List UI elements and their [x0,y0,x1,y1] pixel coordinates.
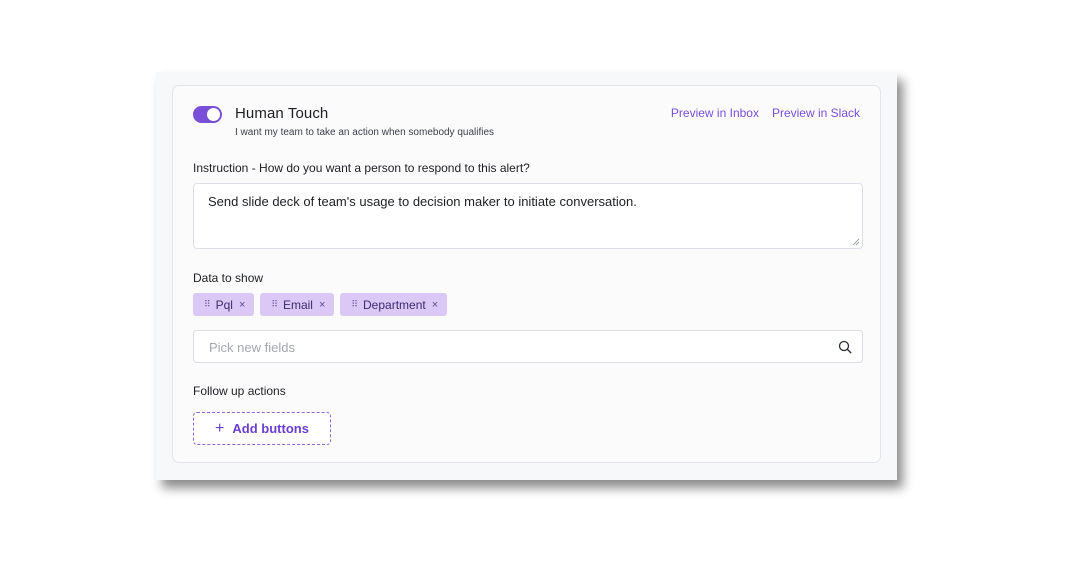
drag-grip-icon[interactable]: ⠿ [204,299,211,310]
resize-handle-icon[interactable] [852,238,860,246]
preview-slack-link[interactable]: Preview in Slack [772,106,860,120]
close-icon[interactable]: × [239,299,245,311]
chip-pql[interactable]: ⠿ Pql × [193,293,255,316]
human-touch-card: Human Touch I want my team to take an ac… [172,85,881,463]
toggle-knob [207,108,220,121]
instruction-label: Instruction - How do you want a person t… [193,161,530,175]
preview-links: Preview in Inbox Preview in Slack [671,106,860,120]
instruction-textarea[interactable]: Send slide deck of team's usage to decis… [193,183,863,249]
chip-label: Email [282,297,313,312]
search-icon[interactable] [838,340,852,354]
card-subtitle: I want my team to take an action when so… [235,127,495,138]
plus-icon: + [215,419,225,437]
preview-inbox-link[interactable]: Preview in Inbox [671,106,759,120]
pick-fields-search [193,330,863,364]
close-icon[interactable]: × [432,299,438,311]
chip-label: Pql [215,297,233,312]
screenshot-frame: Human Touch I want my team to take an ac… [156,72,897,480]
drag-grip-icon[interactable]: ⠿ [271,299,278,310]
human-touch-toggle[interactable] [193,106,222,123]
card-title: Human Touch [235,105,329,122]
pick-fields-input[interactable] [207,331,821,364]
drag-grip-icon[interactable]: ⠿ [351,299,358,310]
chip-email[interactable]: ⠿ Email × [260,293,335,316]
close-icon[interactable]: × [319,299,325,311]
add-buttons-button[interactable]: + Add buttons [193,412,331,445]
chip-label: Department [363,297,426,312]
follow-up-label: Follow up actions [193,384,286,398]
chip-department[interactable]: ⠿ Department × [340,293,448,316]
add-buttons-label: Add buttons [232,421,309,436]
field-chips: ⠿ Pql × ⠿ Email × ⠿ Department × [193,293,448,316]
data-to-show-label: Data to show [193,271,264,285]
